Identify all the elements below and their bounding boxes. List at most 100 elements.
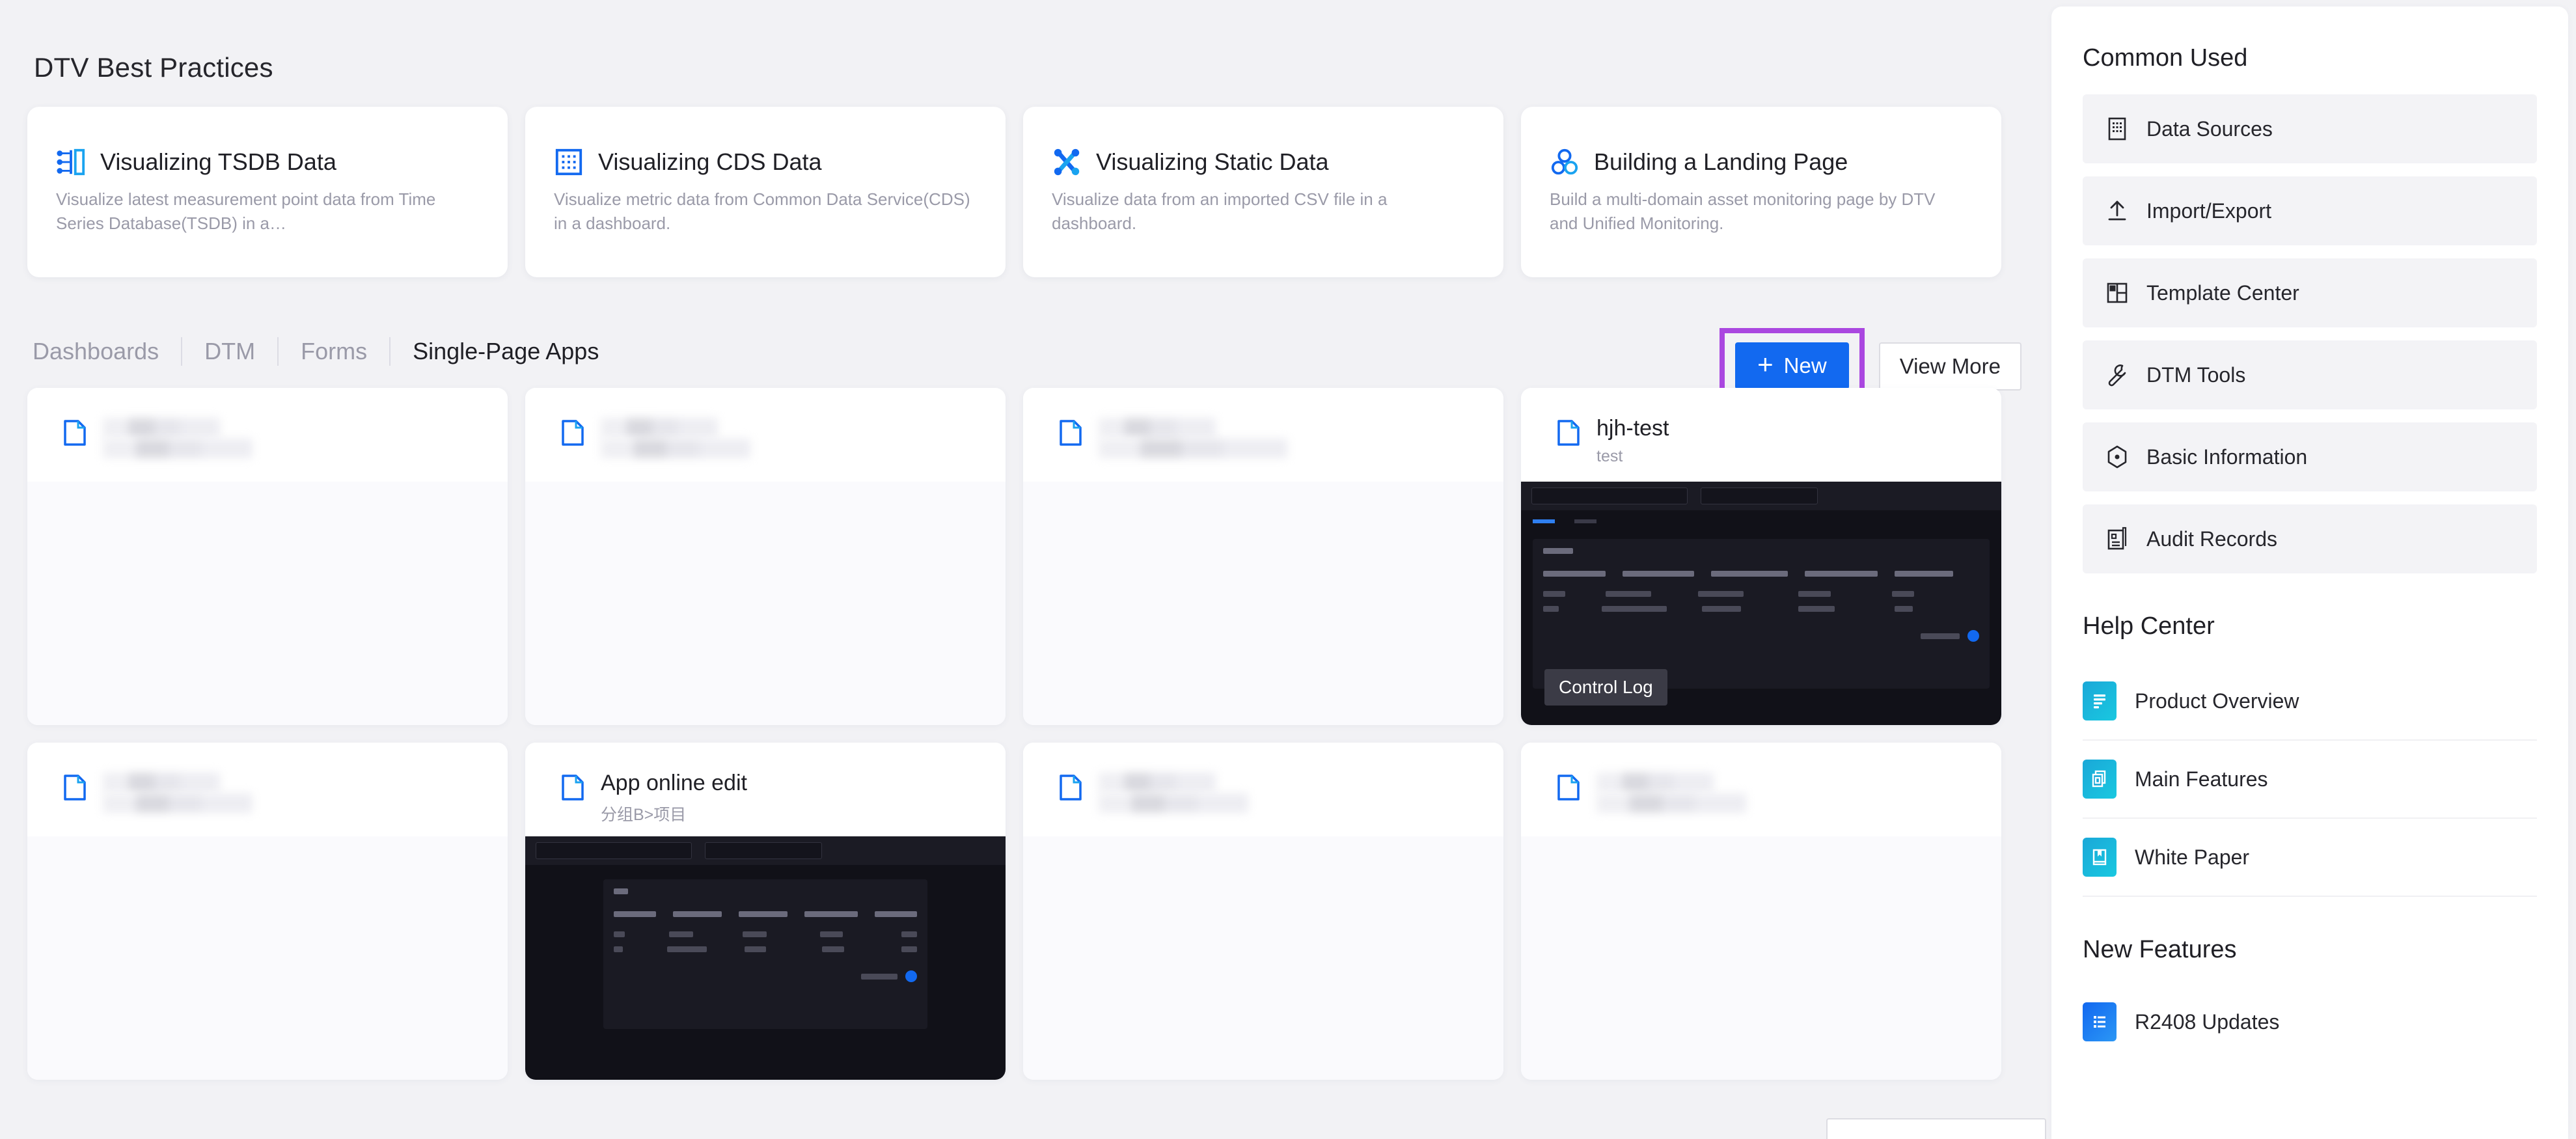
view-more-button[interactable]: View More: [1879, 342, 2021, 391]
best-practices-row: Visualizing TSDB Data Visualize latest m…: [27, 107, 2032, 277]
thumb-table-panel: [1533, 539, 1990, 689]
thumb-cell: [822, 946, 844, 952]
basic-information-icon: [2105, 445, 2130, 469]
thumb-cell: [1711, 571, 1788, 577]
sidebar-item-label: Data Sources: [2146, 117, 2273, 141]
sidebar-item-dtm-tools[interactable]: DTM Tools: [2083, 340, 2537, 409]
sidebar-item-label: DTM Tools: [2146, 363, 2245, 387]
app-card[interactable]: [27, 388, 508, 725]
card-description: Visualize latest measurement point data …: [56, 187, 473, 236]
thumb-cell: [1543, 606, 1559, 612]
thumb-cell: [1895, 606, 1913, 612]
new-button-label: New: [1784, 353, 1827, 378]
sidebar-item-label: R2408 Updates: [2135, 1010, 2279, 1034]
redacted-app-subtitle: [1099, 793, 1248, 813]
best-practice-card-static[interactable]: Visualizing Static Data Visualize data f…: [1023, 107, 1503, 277]
card-description: Visualize metric data from Common Data S…: [554, 187, 970, 236]
thumb-cell: [1543, 571, 1606, 577]
best-practice-card-landing[interactable]: Building a Landing Page Build a multi-do…: [1521, 107, 2001, 277]
card-header: Visualizing Static Data: [1052, 147, 1475, 177]
app-card-header: [1521, 743, 2001, 836]
app-card-meta: [103, 771, 253, 836]
thumb-tab-active: [1533, 519, 1555, 523]
thumb-cell: [820, 931, 843, 937]
app-card-app-online-edit[interactable]: App online edit 分组B>项目: [525, 743, 1006, 1080]
sidebar-item-white-paper[interactable]: White Paper: [2083, 819, 2537, 897]
best-practice-card-tsdb[interactable]: Visualizing TSDB Data Visualize latest m…: [27, 107, 508, 277]
category-tab-bar: Dashboards DTM Forms Single-Page Apps + …: [27, 320, 2032, 383]
thumb-page-indicator: [905, 970, 917, 982]
product-overview-icon: [2083, 681, 2117, 720]
sidebar-item-label: Audit Records: [2146, 527, 2277, 551]
app-card-hjh-test[interactable]: hjh-test test: [1521, 388, 2001, 725]
app-card-header: App online edit 分组B>项目: [525, 743, 1006, 836]
page-title: DTV Best Practices: [34, 52, 2032, 83]
thumb-table-row: [614, 931, 917, 937]
sidebar-item-basic-information[interactable]: Basic Information: [2083, 422, 2537, 491]
app-card-preview-empty: [27, 836, 508, 1080]
app-window: DTV Best Practices Visualizing TSDB: [0, 0, 2576, 1139]
new-button[interactable]: + New: [1735, 342, 1849, 389]
document-icon: [559, 419, 586, 446]
redacted-app-name: [103, 418, 220, 437]
app-card[interactable]: [1521, 743, 2001, 1080]
redacted-app-subtitle: [103, 439, 253, 458]
thumb-cell: [667, 946, 707, 952]
cds-grid-icon: [554, 147, 584, 177]
thumb-cell: [1798, 606, 1835, 612]
sidebar-item-product-overview[interactable]: Product Overview: [2083, 663, 2537, 741]
app-card-preview-empty: [525, 482, 1006, 725]
tab-single-page-apps[interactable]: Single-Page Apps: [391, 338, 621, 365]
app-card[interactable]: [1023, 388, 1503, 725]
best-practice-card-cds[interactable]: Visualizing CDS Data Visualize metric da…: [525, 107, 1006, 277]
thumb-tabs: [1521, 510, 2001, 532]
thumb-pagination: [1543, 630, 1979, 642]
sidebar-item-r2408-updates[interactable]: R2408 Updates: [2083, 986, 2537, 1058]
thumb-panel-caption: [614, 888, 917, 894]
sidebar-item-data-sources[interactable]: Data Sources: [2083, 94, 2537, 163]
app-card-meta: [1099, 771, 1248, 836]
sidebar-item-label: White Paper: [2135, 845, 2249, 870]
thumb-cell: [1921, 633, 1960, 639]
dtm-tools-icon: [2105, 363, 2130, 387]
thumb-select-field: [705, 842, 822, 859]
card-title: Visualizing TSDB Data: [100, 148, 336, 176]
sidebar-item-label: Product Overview: [2135, 689, 2299, 713]
thumb-toolbar: [525, 836, 1006, 865]
static-data-icon: [1052, 147, 1082, 177]
main-features-icon: [2083, 760, 2117, 799]
thumb-table-row: [614, 946, 917, 952]
app-card[interactable]: [1023, 743, 1503, 1080]
help-center-title: Help Center: [2083, 612, 2537, 640]
redacted-app-name: [1099, 418, 1216, 437]
thumb-table-row: [1543, 591, 1979, 597]
app-card-preview-empty: [27, 482, 508, 725]
app-card-name: hjh-test: [1596, 417, 1669, 441]
tab-dtm[interactable]: DTM: [182, 338, 277, 365]
thumb-cell: [1805, 571, 1878, 577]
thumb-cell: [1702, 606, 1741, 612]
app-card[interactable]: [525, 388, 1006, 725]
app-card[interactable]: [27, 743, 508, 1080]
sidebar-item-import-export[interactable]: Import/Export: [2083, 176, 2537, 245]
app-card-preview-thumbnail: Control Log: [1521, 482, 2001, 725]
redacted-app-subtitle: [103, 793, 253, 813]
thumb-cell: [1602, 606, 1667, 612]
plus-icon: +: [1757, 351, 1774, 378]
card-description: Build a multi-domain asset monitoring pa…: [1550, 187, 1966, 236]
tab-dashboards[interactable]: Dashboards: [33, 338, 181, 365]
sidebar-item-template-center[interactable]: Template Center: [2083, 258, 2537, 327]
thumb-cell: [614, 931, 625, 937]
thumb-cell: [614, 888, 628, 894]
tab-forms[interactable]: Forms: [279, 338, 389, 365]
thumb-cell: [1543, 548, 1573, 554]
main-content: DTV Best Practices Visualizing TSDB: [8, 7, 2032, 1139]
thumb-cell: [1543, 591, 1565, 597]
sidebar-item-audit-records[interactable]: Audit Records: [2083, 504, 2537, 573]
thumb-cell: [804, 911, 858, 917]
redacted-app-subtitle: [601, 439, 750, 458]
sidebar-item-main-features[interactable]: Main Features: [2083, 741, 2537, 819]
app-card-header: [1023, 388, 1503, 482]
thumb-cell: [1606, 591, 1651, 597]
redacted-app-subtitle: [1099, 439, 1287, 458]
